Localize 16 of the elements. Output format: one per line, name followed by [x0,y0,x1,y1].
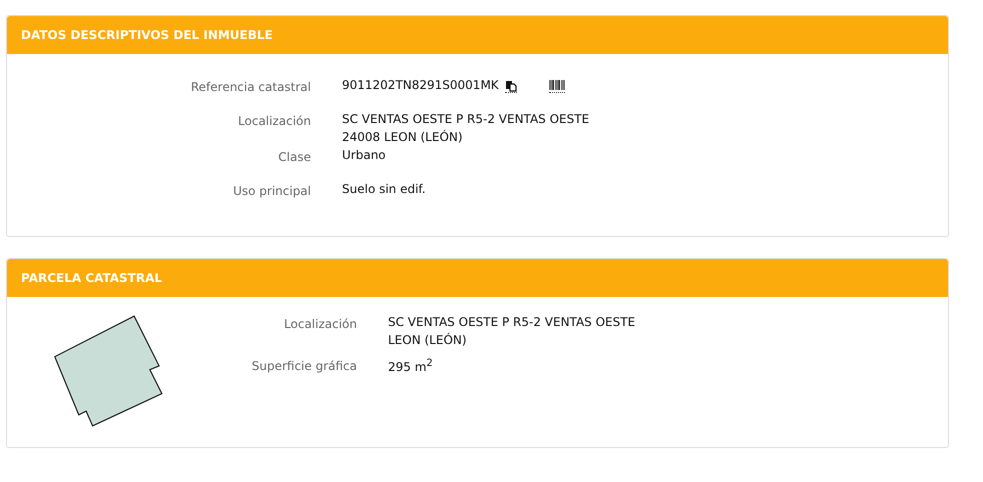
field-value: 295 m$^{2}$ [388,357,433,376]
field-label: Referencia catastral [190,79,311,94]
field-label: Localización [237,113,311,128]
field-label: Clase [277,149,311,164]
field-value: Urbano [342,147,386,164]
field-value: Suelo sin edif. [342,181,426,198]
field-label: Superficie gráfica [250,358,357,373]
panel-title: DATOS DESCRIPTIVOS DEL INMUEBLE [21,28,273,42]
panel-title: PARCELA CATASTRAL [21,271,162,285]
copy-icon[interactable] [504,80,517,93]
field-value: SC VENTAS OESTE P R5-2 VENTAS OESTE 24008 LEON (LEÓN) [342,111,590,146]
field-label: Uso principal [232,183,311,198]
barcode-icon[interactable] [548,80,565,93]
field-label: Localización [283,316,357,331]
field-value: SC VENTAS OESTE P R5-2 VENTAS OESTE LEON (LEÓN) [388,314,636,349]
field-value: 9011202TN8291S0001MK [342,77,499,94]
